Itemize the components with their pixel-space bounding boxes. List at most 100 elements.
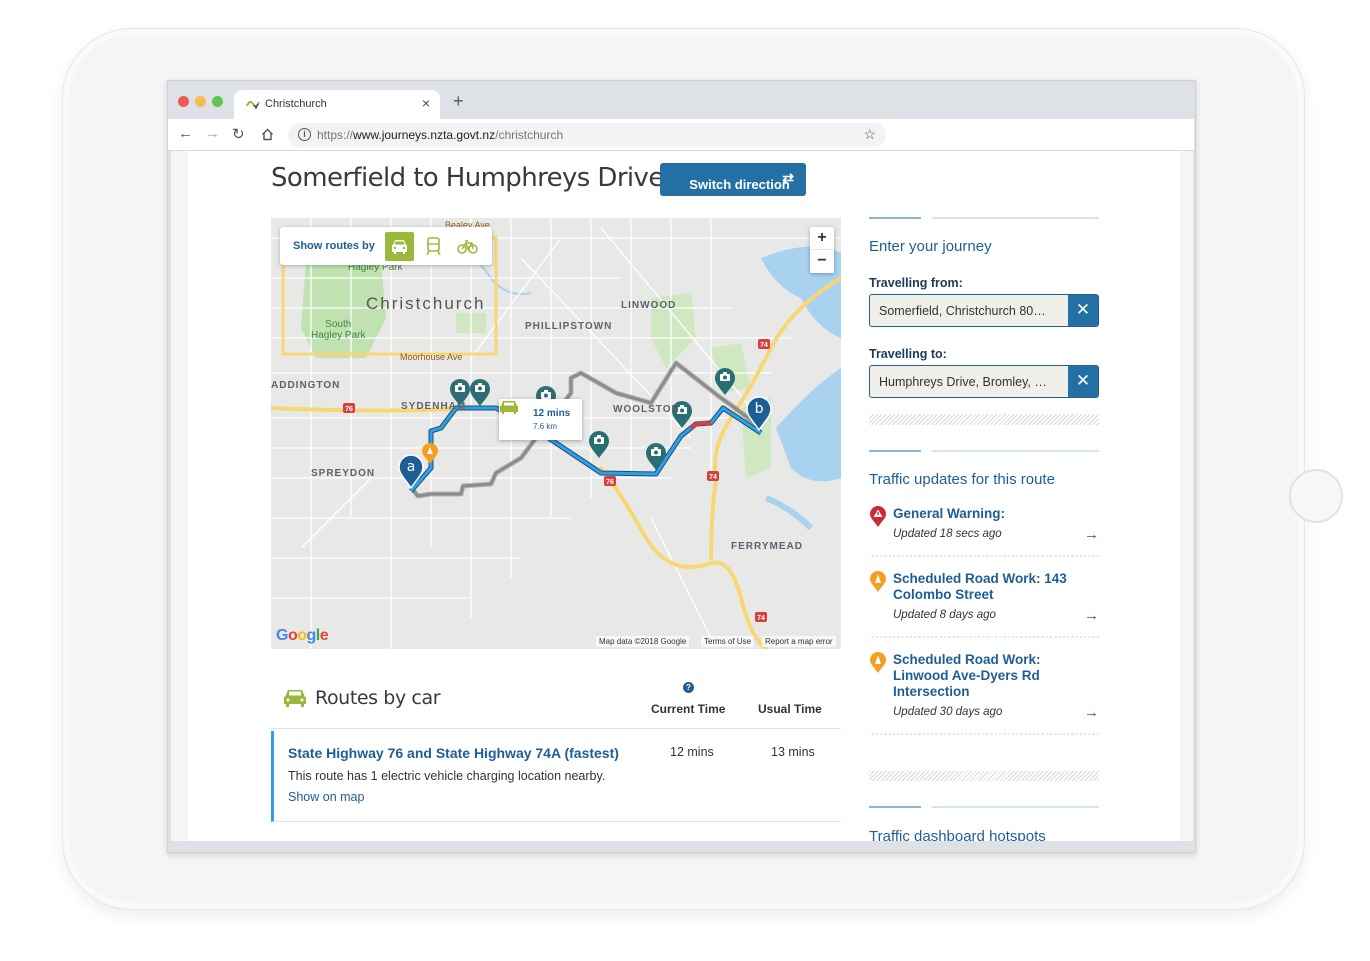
section-divider [869, 450, 1099, 452]
minimize-window-button[interactable] [195, 96, 206, 107]
zoom-in-button[interactable]: + [810, 227, 834, 250]
hatch-divider [869, 733, 1099, 735]
warning-pin-icon [870, 506, 886, 527]
tab-bar: Christchurch × + [168, 81, 1195, 119]
svg-text:74: 74 [760, 342, 768, 349]
car-icon [500, 401, 518, 414]
update-title[interactable]: Scheduled Road Work: 143 Colombo Street [893, 571, 1083, 603]
terms-of-use-link[interactable]: Terms of Use [701, 636, 755, 647]
roadwork-marker [422, 443, 438, 464]
section-divider [869, 217, 1099, 219]
close-window-button[interactable] [178, 96, 189, 107]
hatch-divider [869, 555, 1099, 557]
map-data-attribution: Map data ©2018 Google [596, 636, 690, 647]
car-icon [284, 690, 306, 707]
svg-text:a: a [407, 459, 416, 475]
sh74-shield-2: 74 [707, 471, 719, 481]
traffic-update-item[interactable]: General Warning: Updated 18 secs ago → [869, 506, 1099, 546]
traffic-update-item[interactable]: Scheduled Road Work: Linwood Ave-Dyers R… [869, 652, 1099, 724]
tab-title: Christchurch [265, 98, 327, 110]
hatch-divider [869, 414, 1099, 425]
browser-tab[interactable]: Christchurch × [234, 90, 440, 119]
update-time: Updated 30 days ago [893, 706, 1003, 718]
help-icon[interactable]: ? [683, 682, 694, 693]
table-row[interactable]: State Highway 76 and State Highway 74A (… [271, 731, 841, 822]
report-map-error-link[interactable]: Report a map error [762, 636, 836, 647]
reload-icon[interactable]: ↻ [232, 125, 245, 143]
car-icon [392, 240, 407, 254]
page-content: Somerfield to Humphreys Drive Switch dir… [188, 151, 1180, 841]
forward-icon[interactable]: → [205, 125, 220, 142]
label-ferrymead: FERRYMEAD [731, 541, 803, 552]
column-current-time: Current Time [651, 702, 726, 716]
traffic-update-item[interactable]: Scheduled Road Work: 143 Colombo Street … [869, 571, 1099, 627]
svg-text:76: 76 [345, 406, 353, 413]
arrow-right-icon[interactable]: → [1084, 526, 1099, 543]
roadwork-pin-icon [870, 571, 886, 592]
routes-table-header: Routes by car ? Current Time Usual Time [271, 671, 841, 729]
show-routes-by-panel: Show routes by [280, 227, 492, 265]
to-field: ✕ [869, 365, 1099, 398]
page-title: Somerfield to Humphreys Drive [271, 163, 664, 193]
maximize-window-button[interactable] [212, 96, 223, 107]
route-map[interactable]: 76 76 74 74 74 a b Christchurch LINWOOD … [271, 218, 841, 649]
section-divider [869, 806, 1099, 808]
show-routes-label: Show routes by [293, 240, 375, 252]
google-logo: Google [276, 627, 329, 644]
popup-distance: 7.6 km [533, 422, 558, 431]
clear-to-button[interactable]: ✕ [1068, 366, 1098, 397]
traffic-camera-marker [470, 379, 490, 406]
routes-heading: Routes by car [315, 687, 441, 709]
zoom-out-button[interactable]: − [810, 250, 834, 273]
switch-direction-label: Switch direction [689, 176, 790, 192]
address-bar[interactable]: i https://www.journeys.nzta.govt.nz/chri… [288, 123, 886, 147]
column-usual-time: Usual Time [758, 702, 822, 716]
svg-text:74: 74 [757, 615, 765, 622]
traffic-camera-markers [450, 368, 735, 470]
svg-text:76: 76 [606, 479, 614, 486]
update-title[interactable]: General Warning: [893, 506, 1083, 522]
sh76-shield-2: 76 [604, 476, 616, 486]
new-tab-button[interactable]: + [453, 91, 464, 112]
info-icon[interactable]: i [298, 128, 311, 141]
mode-bus-button[interactable] [419, 232, 448, 261]
train-icon [426, 237, 441, 256]
label-linwood: LINWOOD [621, 300, 677, 311]
route-title[interactable]: State Highway 76 and State Highway 74A (… [288, 745, 619, 761]
hatch-divider [869, 636, 1099, 638]
route-info-popup[interactable]: 12 mins 7.6 km [499, 399, 582, 440]
label-addington: ADDINGTON [271, 380, 341, 391]
journey-heading: Enter your journey [869, 238, 992, 255]
url-text: https://www.journeys.nzta.govt.nz/christ… [317, 128, 564, 142]
bookmark-star-icon[interactable]: ☆ [863, 126, 876, 143]
route-current-time: 12 mins [670, 745, 714, 759]
sh74-shield-3: 74 [755, 612, 767, 622]
to-label: Travelling to: [869, 347, 947, 361]
clear-from-button[interactable]: ✕ [1068, 295, 1098, 326]
roadwork-pin-icon [870, 652, 886, 673]
sh74-shield-1: 74 [758, 339, 770, 349]
label-christchurch: Christchurch [366, 294, 486, 313]
route-usual-time: 13 mins [771, 745, 815, 759]
favicon-icon [246, 100, 260, 110]
home-icon[interactable] [261, 128, 274, 141]
update-time: Updated 8 days ago [893, 609, 996, 621]
close-tab-icon[interactable]: × [422, 95, 430, 111]
mode-bicycle-button[interactable] [453, 232, 482, 261]
label-sydenham: SYDENHAM [401, 401, 467, 412]
from-input[interactable] [870, 295, 1068, 326]
switch-direction-button[interactable]: Switch direction ⇄ [660, 163, 806, 196]
bicycle-icon [457, 240, 478, 254]
mode-car-button[interactable] [385, 232, 414, 261]
popup-time: 12 mins [533, 408, 571, 419]
arrow-right-icon[interactable]: → [1084, 607, 1099, 624]
update-title[interactable]: Scheduled Road Work: Linwood Ave-Dyers R… [893, 652, 1083, 700]
sidebar: Enter your journey Travelling from: ✕ Tr… [869, 151, 1099, 841]
arrow-right-icon[interactable]: → [1084, 704, 1099, 721]
label-spreydon: SPREYDON [311, 468, 376, 479]
to-input[interactable] [870, 366, 1068, 397]
home-button[interactable] [1289, 469, 1343, 523]
map-zoom-control: + − [810, 227, 834, 273]
back-icon[interactable]: ← [178, 125, 193, 142]
show-on-map-link[interactable]: Show on map [288, 790, 364, 804]
